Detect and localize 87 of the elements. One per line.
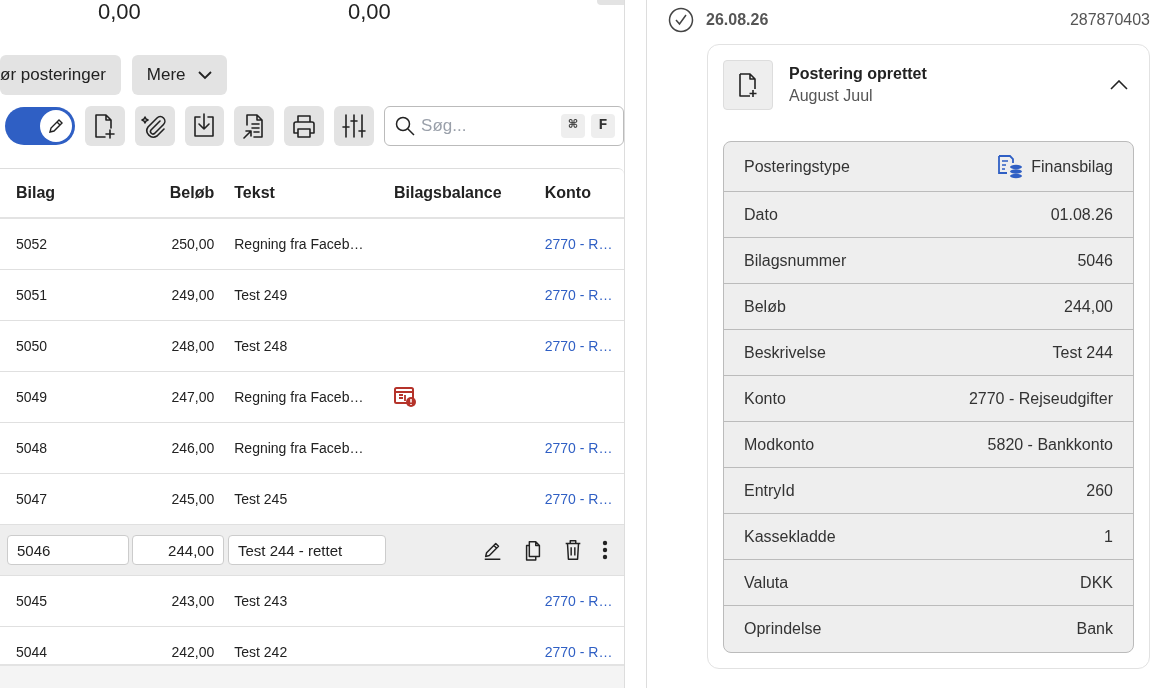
total-amount: 0,00: [348, 0, 391, 24]
table-cell: 242,00: [171, 643, 215, 660]
account-link[interactable]: 2770 - R…: [544, 286, 613, 303]
download-icon[interactable]: [184, 106, 225, 146]
detail-label: Modkonto: [744, 434, 815, 455]
table-cell: 250,00: [171, 235, 215, 252]
table-cell: 249,00: [171, 286, 215, 303]
account-link[interactable]: 2770 - R…: [544, 439, 613, 456]
table-cell: Regning fra Faceb…: [234, 235, 364, 252]
input-field[interactable]: Test 244 - rettet: [228, 535, 386, 565]
detail-value: 5046: [1077, 250, 1113, 271]
search-bar[interactable]: Søg... ⌘ F: [384, 106, 624, 146]
input-field[interactable]: 244,00: [132, 535, 224, 565]
table-cell: 5049: [16, 388, 48, 405]
detail-label: Dato: [744, 204, 778, 225]
column-header[interactable]: Beløb: [169, 184, 215, 201]
check-circle-icon: [668, 7, 694, 33]
keyboard-key: F: [591, 114, 616, 138]
sliders-icon[interactable]: [334, 106, 375, 146]
column-header[interactable]: Bilag: [16, 184, 56, 201]
keyboard-key: ⌘: [561, 114, 586, 138]
detail-label: Beskrivelse: [744, 342, 826, 363]
balance-warning-icon[interactable]: [393, 386, 417, 408]
table-cell: Regning fra Faceb…: [234, 439, 364, 456]
table-cell: 5050: [16, 337, 48, 354]
detail-label: EntryId: [744, 480, 795, 501]
table-cell: Test 243: [234, 592, 288, 609]
event-title: Postering oprettet: [789, 64, 927, 84]
detail-label: Bilagsnummer: [744, 250, 847, 271]
detail-label: Valuta: [744, 572, 789, 593]
table-cell: 248,00: [171, 337, 215, 354]
document-coins-icon: [997, 154, 1024, 179]
document-plus-icon[interactable]: [84, 106, 125, 146]
table-cell: 246,00: [171, 439, 215, 456]
table-cell: 5052: [16, 235, 48, 252]
table-cell: 5044: [16, 643, 48, 660]
account-link[interactable]: 2770 - R…: [544, 643, 613, 660]
account-link[interactable]: 2770 - R…: [544, 592, 613, 609]
table-cell: 5047: [16, 490, 48, 507]
detail-label: Kassekladde: [744, 526, 836, 547]
detail-value: 1: [1104, 526, 1113, 547]
detail-label: Beløb: [744, 296, 786, 317]
column-header[interactable]: Bilagsbalance: [393, 184, 502, 201]
total-amount: 0,00: [98, 0, 141, 24]
menu-button[interactable]: Mere: [131, 55, 227, 95]
caret-icon: [197, 70, 212, 80]
table-cell: Regning fra Faceb…: [234, 388, 364, 405]
search-icon: [395, 116, 416, 136]
detail-label: Konto: [744, 388, 786, 409]
pencil-icon: [39, 110, 72, 142]
table-cell: Test 245: [234, 490, 288, 507]
table-cell: Test 248: [234, 337, 288, 354]
table-cell: 5051: [16, 286, 48, 303]
account-link[interactable]: 2770 - R…: [544, 235, 613, 252]
print-icon[interactable]: [284, 106, 325, 146]
paperclip-icon[interactable]: [134, 106, 175, 146]
table-cell: Test 242: [234, 643, 288, 660]
history-date: 26.08.26: [706, 10, 769, 30]
detail-value: DKK: [1080, 572, 1113, 593]
action-button[interactable]: ør posteringer: [0, 55, 121, 95]
history-id: 287870403: [1069, 10, 1150, 30]
detail-value: 5820 - Bankkonto: [987, 434, 1113, 455]
account-link[interactable]: 2770 - R…: [544, 337, 613, 354]
detail-value: 01.08.26: [1050, 204, 1113, 225]
table-cell: 5045: [16, 592, 48, 609]
detail-value: Finansbilag: [1031, 156, 1113, 177]
detail-value: 244,00: [1064, 296, 1113, 317]
search-field[interactable]: Søg...: [421, 113, 556, 139]
table-cell: 247,00: [171, 388, 215, 405]
table-cell: 5048: [16, 439, 48, 456]
detail-value: Test 244: [1052, 342, 1113, 363]
table-cell: 243,00: [171, 592, 215, 609]
detail-value: Bank: [1076, 619, 1113, 639]
detail-label: Oprindelse: [744, 619, 822, 639]
more-options-icon[interactable]: [602, 540, 608, 560]
document-plus-icon: [723, 60, 773, 110]
edit-mode-toggle[interactable]: [5, 107, 75, 145]
account-link[interactable]: 2770 - R…: [544, 490, 613, 507]
table-cell: Test 249: [234, 286, 288, 303]
detail-value: 2770 - Rejseudgifter: [968, 388, 1113, 409]
event-user: August Juul: [789, 86, 874, 106]
input-field[interactable]: 5046: [7, 535, 129, 565]
column-header[interactable]: Konto: [544, 184, 591, 201]
table-cell: 245,00: [171, 490, 215, 507]
detail-value: 260: [1086, 480, 1113, 501]
detail-label: Posteringstype: [744, 156, 850, 177]
column-header[interactable]: Tekst: [234, 184, 275, 201]
